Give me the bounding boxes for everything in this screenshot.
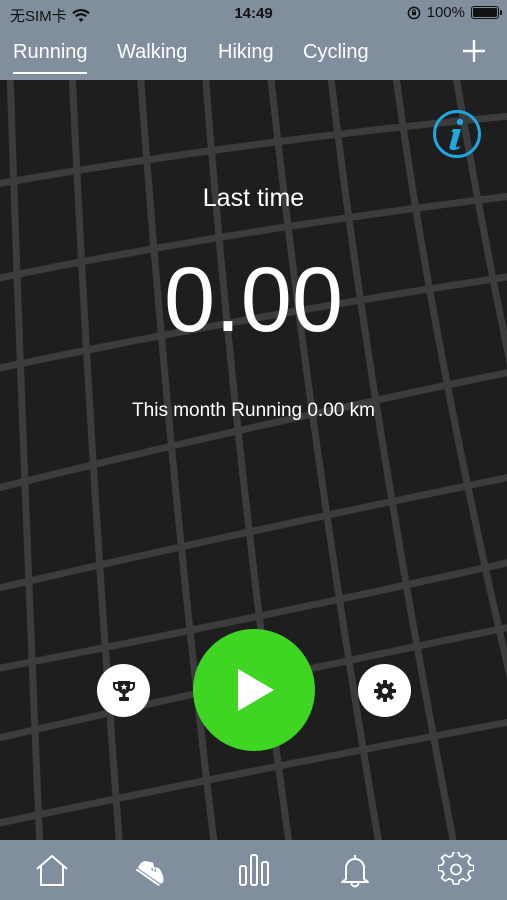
activity-tabs: Running Walking Hiking Cycling bbox=[0, 28, 507, 80]
status-right: 100% bbox=[407, 4, 502, 21]
tab-running[interactable]: Running bbox=[13, 41, 88, 64]
active-tab-indicator bbox=[13, 72, 87, 74]
battery-percent: 100% bbox=[426, 4, 465, 21]
month-summary: This month Running 0.00 km bbox=[132, 400, 375, 421]
gear-icon bbox=[373, 679, 396, 702]
tab-cycling[interactable]: Cycling bbox=[303, 41, 369, 64]
info-icon[interactable] bbox=[432, 109, 482, 159]
rotation-lock-icon bbox=[407, 6, 420, 19]
home-icon[interactable] bbox=[34, 852, 70, 888]
settings-button[interactable] bbox=[358, 664, 411, 717]
battery-icon bbox=[471, 6, 502, 19]
last-time-label: Last time bbox=[202, 184, 305, 212]
tab-walking[interactable]: Walking bbox=[117, 41, 187, 64]
play-icon bbox=[238, 669, 274, 711]
tab-hiking[interactable]: Hiking bbox=[218, 41, 274, 64]
bottom-navigation bbox=[0, 840, 507, 900]
add-icon[interactable] bbox=[461, 38, 487, 64]
gear-icon[interactable] bbox=[438, 852, 474, 888]
trophy-icon bbox=[112, 680, 135, 701]
start-button[interactable] bbox=[193, 629, 315, 751]
bell-icon[interactable] bbox=[337, 852, 373, 888]
status-bar: 无SIM卡 14:49 100% bbox=[0, 0, 507, 28]
last-time-value: 0.00 bbox=[163, 249, 344, 351]
shoe-icon[interactable] bbox=[135, 852, 171, 888]
bar-chart-icon[interactable] bbox=[236, 852, 272, 888]
trophy-button[interactable] bbox=[97, 664, 150, 717]
